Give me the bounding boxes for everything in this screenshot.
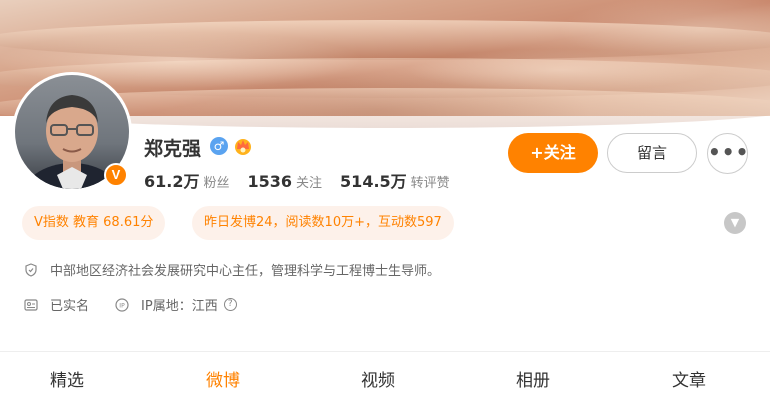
ip-location: IP IP属地：江西 ? — [115, 295, 237, 314]
real-name-text: 已实名 — [50, 299, 90, 314]
profile-tabs: 精选 微博 视频 相册 文章 — [0, 352, 770, 400]
stat-likes[interactable]: 514.5万 转评赞 — [340, 168, 450, 192]
stat-label: 转评赞 — [410, 176, 450, 191]
shield-icon — [25, 262, 37, 277]
stat-value: 61.2万 — [144, 172, 200, 191]
message-button[interactable]: 留言 — [607, 133, 697, 173]
more-options-button[interactable]: ••• — [707, 133, 748, 174]
help-icon[interactable]: ? — [223, 298, 237, 311]
activity-tag[interactable]: 昨日发博24，阅读数10万+，互动数597 — [192, 206, 454, 240]
id-card-icon — [24, 298, 38, 311]
stat-followers[interactable]: 61.2万 粉丝 — [144, 168, 230, 192]
v-index-tag[interactable]: V指数 教育 68.61分 — [22, 206, 166, 240]
tab-video[interactable]: 视频 — [361, 366, 395, 391]
tab-weibo[interactable]: 微博 — [206, 366, 240, 391]
crown-icon[interactable] — [233, 136, 253, 156]
tab-album[interactable]: 相册 — [516, 366, 550, 391]
follow-button[interactable]: +关注 — [508, 133, 598, 173]
stat-label: 粉丝 — [203, 176, 230, 191]
ip-text: IP属地：江西 — [141, 299, 218, 314]
stat-label: 关注 — [296, 176, 323, 191]
tab-articles[interactable]: 文章 — [672, 366, 706, 391]
bio-text: 中部地区经济社会发展研究中心主任，管理科学与工程博士生导师。 — [50, 264, 441, 279]
ip-icon: IP — [115, 297, 129, 312]
chevron-down-icon[interactable]: ▼ — [724, 212, 746, 234]
verified-badge-icon: V — [104, 163, 128, 187]
verify-row: 已实名 IP IP属地：江西 ? — [24, 295, 237, 314]
svg-text:IP: IP — [119, 302, 125, 309]
stat-value: 1536 — [247, 172, 293, 191]
profile-name: 郑克强 — [144, 138, 202, 160]
male-icon: ♂ — [210, 137, 228, 155]
tab-featured[interactable]: 精选 — [50, 366, 84, 391]
profile-stats: 61.2万 粉丝 1536 关注 514.5万 转评赞 — [144, 168, 450, 192]
stat-following[interactable]: 1536 关注 — [248, 172, 323, 191]
stat-value: 514.5万 — [340, 172, 407, 191]
bio-row: 中部地区经济社会发展研究中心主任，管理科学与工程博士生导师。 — [24, 260, 440, 279]
more-icon: ••• — [708, 140, 750, 164]
